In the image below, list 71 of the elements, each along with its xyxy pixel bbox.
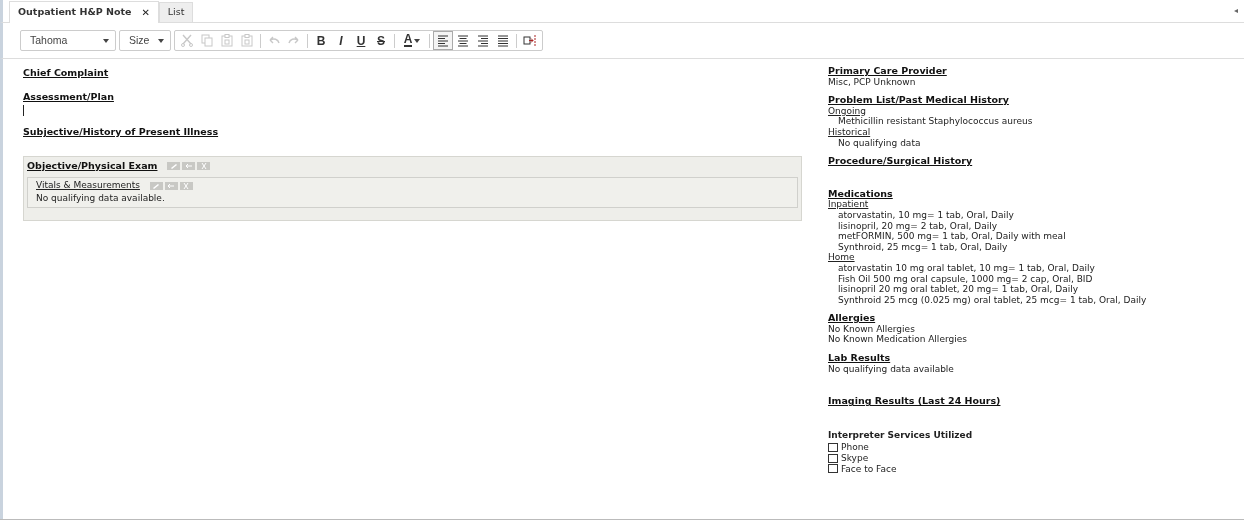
list-item: atorvastatin, 10 mg= 1 tab, Oral, Daily xyxy=(837,209,1015,221)
list-item: Fish Oil 500 mg oral capsule, 1000 mg= 2 cap, Oral, BID xyxy=(837,273,1094,285)
list-item: Synthroid 25 mcg (0.025 mg) oral tablet, 25 mcg= 1 tab, Oral, Daily xyxy=(837,294,1148,306)
edit-button[interactable] xyxy=(149,181,163,190)
pencil-icon xyxy=(169,161,179,170)
section-heading: Interpreter Services Utilized xyxy=(828,428,974,442)
subsection-heading[interactable]: Vitals & Measurements xyxy=(36,178,140,193)
section-text: No qualifying data available xyxy=(828,363,955,375)
align-center-icon xyxy=(456,33,470,48)
group-label: Home xyxy=(828,252,856,263)
caret-icon xyxy=(158,38,164,43)
list-item: lisinopril 20 mg oral tablet, 20 mg= 1 tab, Oral, Daily xyxy=(837,284,1079,295)
justify-icon xyxy=(496,33,510,48)
list-item: Synthroid, 25 mcg= 1 tab, Oral, Daily xyxy=(837,241,1009,253)
close-button[interactable]: ✕ xyxy=(131,5,150,20)
align-left-icon xyxy=(436,33,450,48)
checkbox-label: Face to Face xyxy=(841,463,897,475)
format-button[interactable]: U xyxy=(351,31,371,50)
section-heading: Procedure/Surgical History xyxy=(828,156,974,167)
paste-icon xyxy=(220,33,234,48)
section-heading: Problem List/Past Medical History xyxy=(828,95,1010,106)
remove-button[interactable] xyxy=(197,161,211,170)
checkbox[interactable] xyxy=(828,453,838,463)
pencil-icon xyxy=(151,181,162,190)
section-heading: Lab Results xyxy=(828,353,892,364)
size-dropdown[interactable]: Size xyxy=(119,30,171,51)
group-label: Inpatient xyxy=(828,199,870,210)
remove-button[interactable] xyxy=(179,181,193,190)
edit-button[interactable] xyxy=(167,161,181,170)
checkbox[interactable] xyxy=(828,464,838,474)
section-heading: Assessment/Plan xyxy=(23,90,114,102)
list-item: lisinopril, 20 mg= 2 tab, Oral, Daily xyxy=(837,220,999,232)
section-heading: Chief Complaint xyxy=(23,67,109,78)
panel-text: No qualifying data available. xyxy=(36,192,166,206)
tab[interactable]: Outpatient H&P Note ✕ xyxy=(9,1,159,23)
checkbox-label: Phone xyxy=(841,442,869,453)
format-button[interactable]: S xyxy=(371,31,391,50)
section-heading: Subjective/History of Present Illness xyxy=(23,126,219,137)
paste-icon xyxy=(240,33,254,48)
arrow-icon xyxy=(166,181,177,190)
list-item: Methicillin resistant Staphylococcus aureus xyxy=(837,116,1034,127)
collapse-button[interactable]: ◂ xyxy=(1228,4,1244,18)
checkbox[interactable] xyxy=(828,443,838,453)
format-button[interactable]: B xyxy=(311,31,331,50)
checkbox-label: Skype xyxy=(841,452,869,464)
section-heading: Imaging Results (Last 24 Hours) xyxy=(828,396,1002,407)
list-item: atorvastatin 10 mg oral tablet, 10 mg= 1 tab, Oral, Daily xyxy=(837,262,1096,274)
section-heading: Primary Care Provider xyxy=(828,66,948,77)
list-item: No qualifying data xyxy=(837,137,922,149)
arrow-icon xyxy=(184,161,194,170)
section-heading: Medications xyxy=(828,188,894,200)
format-button[interactable]: I xyxy=(331,31,351,50)
group-label: Ongoing xyxy=(828,105,867,117)
align-left-button[interactable] xyxy=(433,31,453,50)
section-text: Misc, PCP Unknown xyxy=(828,76,917,88)
section-heading: Allergies xyxy=(828,313,877,324)
close-icon xyxy=(199,161,209,170)
align-right-icon xyxy=(476,33,490,48)
section-text: No Known Medication Allergies xyxy=(828,334,968,346)
section-heading: Objective/Physical Exam xyxy=(27,158,158,173)
list-item: metFORMIN, 500 mg= 1 tab, Oral, Daily with meal xyxy=(837,231,1067,242)
caret-icon xyxy=(414,38,421,43)
cut-icon xyxy=(180,33,194,48)
caret-icon xyxy=(103,38,109,43)
group-label: Historical xyxy=(828,126,872,138)
font-dropdown[interactable]: Tahoma xyxy=(20,30,116,51)
section-text: No Known Allergies xyxy=(828,323,916,335)
tab[interactable]: List xyxy=(158,2,194,22)
insert-icon xyxy=(523,33,537,48)
copy-icon xyxy=(200,33,214,48)
font-color-button[interactable]: A xyxy=(398,31,426,50)
